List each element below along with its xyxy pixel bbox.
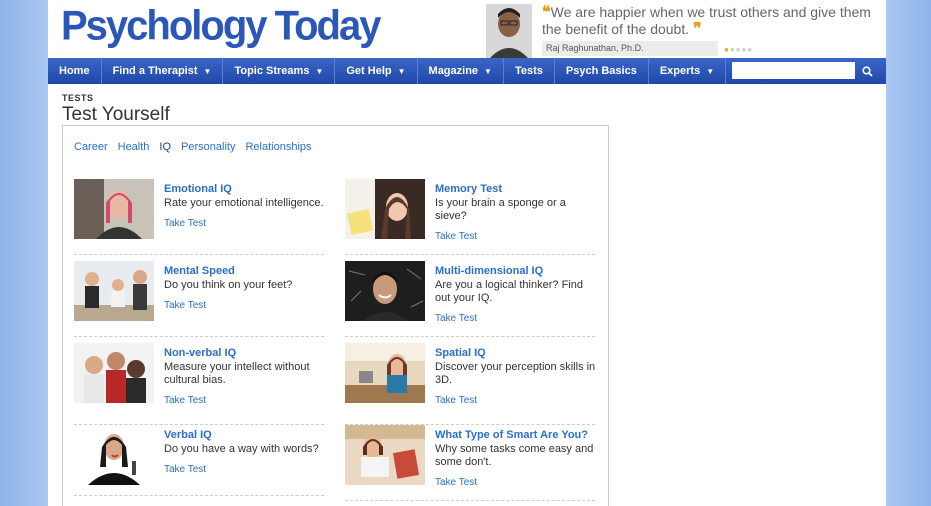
quote: ❝We are happier when we trust others and… [542,4,872,38]
nav-experts[interactable]: Experts ▼ [649,58,727,84]
test-description: Measure your intellect without cultural … [164,361,310,386]
quote-pager[interactable]: ●●●●● [724,45,753,54]
author-photo [486,4,532,58]
test-description: Do you have a way with words? [164,443,319,455]
test-description: Discover your perception skills in 3D. [435,361,596,386]
nav-label: Home [59,65,90,77]
nav-home[interactable]: Home [48,58,102,84]
test-item: Emotional IQ Rate your emotional intelli… [74,179,324,255]
category-relationships[interactable]: Relationships [245,141,311,153]
test-title[interactable]: Spatial IQ [435,347,597,359]
nav-label: Magazine [428,65,479,77]
test-item: Non-verbal IQ Measure your intellect wit… [74,343,324,425]
test-thumbnail[interactable] [74,425,154,485]
tests-panel: Career Health IQ Personality Relationshi… [62,125,609,506]
quote-text: We are happier when we trust others and … [542,4,871,37]
nav-psych-basics[interactable]: Psych Basics [555,58,649,84]
page-title: Test Yourself [62,104,170,125]
test-thumbnail[interactable] [345,261,425,321]
test-item: Multi-dimensional IQ Are you a logical t… [345,261,595,337]
test-title[interactable]: Memory Test [435,183,597,195]
take-test-link[interactable]: Take Test [164,464,326,475]
test-thumbnail[interactable] [345,425,425,485]
caret-down-icon: ▼ [397,66,406,76]
caret-down-icon: ▼ [706,66,715,76]
nav-label: Topic Streams [234,65,310,77]
category-iq[interactable]: IQ [159,141,171,153]
test-thumbnail[interactable] [74,261,154,321]
take-test-link[interactable]: Take Test [435,477,597,488]
nav-label: Get Help [346,65,392,77]
caret-down-icon: ▼ [484,66,492,76]
nav-label: Experts [659,65,701,77]
test-thumbnail[interactable] [345,179,425,239]
test-item: Memory Test Is your brain a sponge or a … [345,179,595,255]
nav-topic-streams[interactable]: Topic Streams ▼ [223,58,336,84]
category-health[interactable]: Health [118,141,150,153]
search-button[interactable] [860,64,874,78]
test-title[interactable]: Mental Speed [164,265,326,277]
take-test-link[interactable]: Take Test [164,395,326,406]
test-description: Are you a logical thinker? Find out your… [435,279,583,304]
nav-label: Find a Therapist [112,65,198,77]
page: Psychology Today ❝We are happier when we… [48,0,886,506]
test-description: Rate your emotional intelligence. [164,197,324,209]
test-title[interactable]: Emotional IQ [164,183,326,195]
test-thumbnail[interactable] [345,343,425,403]
nav-label: Tests [514,65,543,77]
test-description: Is your brain a sponge or a sieve? [435,197,566,222]
test-item: Mental Speed Do you think on your feet? … [74,261,324,337]
caret-down-icon: ▼ [315,66,324,76]
category-tabs: Career Health IQ Personality Relationshi… [74,141,312,153]
take-test-link[interactable]: Take Test [435,231,597,242]
search-input[interactable] [732,62,855,79]
open-quote-icon: ❝ [542,4,551,21]
test-description: Do you think on your feet? [164,279,293,291]
search-icon [861,65,873,77]
test-thumbnail[interactable] [74,343,154,403]
nav-magazine[interactable]: Magazine ▼ [418,58,504,84]
caret-down-icon: ▼ [203,66,212,76]
test-item: Spatial IQ Discover your perception skil… [345,343,595,425]
close-quote-icon: ❞ [693,21,702,38]
section-label: TESTS [62,93,94,103]
nav-tests[interactable]: Tests [504,58,555,84]
take-test-link[interactable]: Take Test [164,300,326,311]
main-nav: Home Find a Therapist ▼ Topic Streams ▼ Ge… [48,58,886,84]
test-description: Why some tasks come easy and some don't. [435,443,594,468]
test-item: What Type of Smart Are You? Why some tas… [345,425,595,501]
take-test-link[interactable]: Take Test [164,218,326,229]
test-title[interactable]: What Type of Smart Are You? [435,429,597,441]
nav-get-help[interactable]: Get Help ▼ [335,58,418,84]
nav-find-a-therapist[interactable]: Find a Therapist ▼ [102,58,224,84]
take-test-link[interactable]: Take Test [435,313,597,324]
quote-author: Raj Raghunathan, Ph.D. [542,41,718,56]
site-logo[interactable]: Psychology Today [61,3,381,50]
test-title[interactable]: Non-verbal IQ [164,347,326,359]
nav-label: Psych Basics [565,65,637,77]
take-test-link[interactable]: Take Test [435,395,597,406]
test-title[interactable]: Multi-dimensional IQ [435,265,597,277]
test-title[interactable]: Verbal IQ [164,429,326,441]
test-item: Verbal IQ Do you have a way with words? … [74,425,324,496]
category-career[interactable]: Career [74,141,108,153]
category-personality[interactable]: Personality [181,141,235,153]
test-thumbnail[interactable] [74,179,154,239]
